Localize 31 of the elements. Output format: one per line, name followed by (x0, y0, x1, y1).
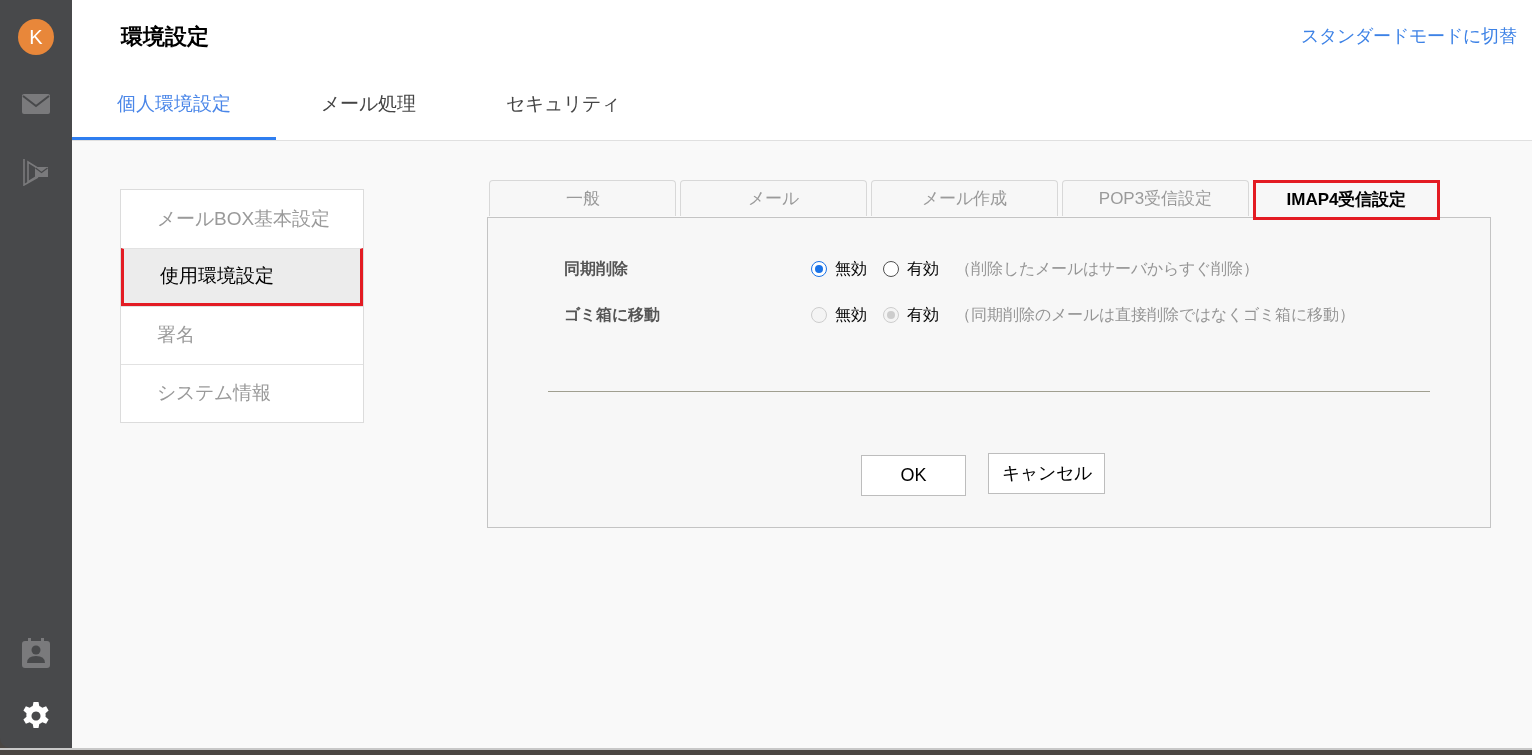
contact-card-icon[interactable] (22, 638, 50, 668)
setting-label: ゴミ箱に移動 (564, 305, 661, 325)
setting-label: 同期削除 (564, 259, 629, 279)
tab[interactable]: セキュリティ (461, 72, 665, 140)
subtab[interactable]: IMAP4受信設定 (1253, 180, 1440, 220)
menu-item[interactable]: 署名 (121, 306, 363, 364)
ok-button[interactable]: OK (861, 455, 966, 496)
setting-note: （削除したメールはサーバからすぐ削除） (955, 259, 1259, 279)
send-mail-icon[interactable] (23, 158, 49, 186)
setting-note: （同期削除のメールは直接削除ではなくゴミ箱に移動） (955, 305, 1355, 325)
subtab[interactable]: メール (680, 180, 867, 216)
radio-button[interactable] (811, 261, 827, 277)
subtab[interactable]: POP3受信設定 (1062, 180, 1249, 216)
page-title: 環境設定 (121, 22, 209, 51)
option-label: 有効 (907, 305, 939, 325)
mode-switch-link[interactable]: スタンダードモードに切替 (1301, 22, 1517, 50)
option-label: 有効 (907, 259, 939, 279)
radio-button[interactable] (883, 261, 899, 277)
menu-item[interactable]: システム情報 (121, 364, 363, 422)
option-label: 無効 (835, 259, 867, 279)
menu-item[interactable]: 使用環境設定 (121, 248, 363, 306)
tab[interactable]: メール処理 (276, 72, 461, 140)
option-label: 無効 (835, 305, 867, 325)
tab[interactable]: 個人環境設定 (72, 72, 276, 140)
avatar[interactable]: K (18, 19, 54, 55)
menu-item[interactable]: メールBOX基本設定 (121, 190, 363, 248)
mail-icon[interactable] (22, 94, 50, 114)
subtab[interactable]: 一般 (489, 180, 676, 216)
subtab[interactable]: メール作成 (871, 180, 1058, 216)
cancel-button[interactable]: キャンセル (988, 453, 1105, 494)
settings-icon[interactable] (22, 702, 50, 730)
